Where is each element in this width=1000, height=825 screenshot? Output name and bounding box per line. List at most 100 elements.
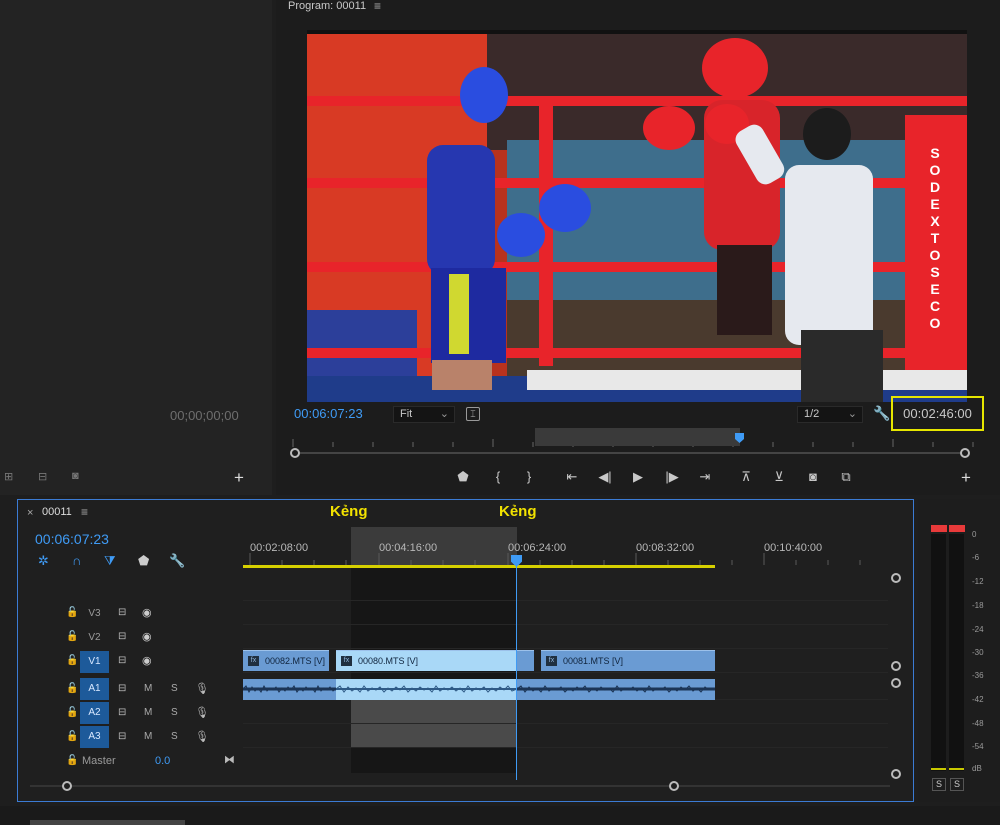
mark-in-icon[interactable]: { [487, 469, 509, 484]
meter-peak-indicator[interactable] [949, 525, 965, 532]
microphone-icon[interactable]: 🎙 [195, 706, 209, 719]
source-button-editor-icon[interactable]: + [234, 468, 244, 488]
track-name-v1[interactable]: V1 [80, 651, 109, 673]
mute-button[interactable]: M [144, 683, 152, 694]
solo-button[interactable]: S [171, 707, 178, 718]
extract-icon[interactable]: ⊻ [768, 469, 790, 485]
solo-button[interactable]: S [171, 683, 178, 694]
sync-lock-icon[interactable]: ⊟ [118, 631, 126, 642]
eye-icon[interactable]: ◉ [142, 606, 152, 619]
camera-icon[interactable]: ◙ [72, 470, 88, 482]
meter-solo-left-button[interactable]: S [932, 778, 946, 791]
lock-icon[interactable]: 🔓 [66, 607, 78, 618]
zoom-fit-select[interactable]: Fit ⌄ [393, 406, 455, 423]
microphone-icon[interactable]: 🎙 [195, 730, 209, 743]
meter-solo-right-button[interactable]: S [950, 778, 964, 791]
step-forward-icon[interactable]: |▶ [661, 469, 683, 485]
source-timecode[interactable]: 00;00;00;00 [170, 408, 239, 423]
sequence-tab[interactable]: 00011 [42, 506, 72, 518]
snap-icon[interactable]: ∩ [72, 553, 81, 568]
horizontal-scroll-right-handle[interactable] [669, 781, 679, 791]
audio-clip-selected[interactable] [336, 679, 517, 700]
track-area-v2[interactable] [243, 626, 888, 649]
microphone-icon[interactable]: 🎙 [195, 682, 209, 695]
program-title[interactable]: Program: 00011 [288, 0, 366, 12]
meter-peak-indicator[interactable] [931, 525, 947, 532]
timeline-settings-wrench-icon[interactable]: 🔧 [169, 553, 185, 569]
sync-lock-icon[interactable]: ⊟ [118, 707, 126, 718]
playback-resolution-select[interactable]: 1/2 ⌄ [797, 406, 863, 423]
lock-icon[interactable]: 🔓 [66, 683, 78, 694]
step-back-icon[interactable]: ◀| [594, 469, 616, 485]
horizontal-scrollbar[interactable] [30, 785, 890, 787]
track-area-a3[interactable] [243, 725, 888, 748]
add-marker-icon[interactable]: ⬟ [452, 469, 474, 485]
add-marker-icon[interactable]: ⬟ [138, 553, 149, 569]
marker-label[interactable]: Kẻng [499, 503, 537, 520]
audio-clip[interactable] [517, 679, 715, 700]
lock-icon[interactable]: 🔓 [66, 755, 78, 766]
eye-icon[interactable]: ◉ [142, 630, 152, 643]
panel-menu-icon[interactable]: ≡ [374, 0, 381, 13]
video-clip[interactable]: fx 00081.MTS [V] [541, 650, 715, 671]
sync-lock-icon[interactable]: ⊟ [118, 607, 126, 618]
zoom-scrollbar-left-handle[interactable] [290, 448, 300, 458]
mark-out-icon[interactable]: } [518, 469, 540, 484]
export-frame-icon[interactable]: ◙ [802, 469, 824, 484]
video-clip-selected[interactable]: fx 00080.MTS [V] [336, 650, 517, 671]
program-duration-timecode[interactable]: 00:02:46:00 [891, 396, 984, 431]
timeline-playhead-line[interactable] [516, 555, 517, 780]
go-to-out-icon[interactable]: ⇥ [694, 469, 716, 485]
panel-menu-icon[interactable]: ≡ [81, 505, 88, 519]
lock-icon[interactable]: 🔓 [66, 731, 78, 742]
audio-clip[interactable] [243, 679, 336, 700]
track-area-v3[interactable] [243, 602, 888, 625]
video-clip-segment[interactable] [517, 650, 534, 671]
lock-icon[interactable]: 🔓 [66, 631, 78, 642]
wrench-icon[interactable]: 🔧 [873, 405, 890, 422]
zoom-scrollbar[interactable] [294, 452, 966, 454]
lock-icon[interactable]: 🔓 [66, 707, 78, 718]
export-frame-icon[interactable]: ⊞ [4, 470, 20, 483]
marker-label[interactable]: Kẻng [330, 503, 368, 520]
master-volume-value[interactable]: 0.0 [155, 755, 170, 767]
track-name-a2[interactable]: A2 [80, 702, 109, 724]
bottom-tab[interactable] [30, 820, 185, 825]
program-button-editor-icon[interactable]: + [961, 468, 971, 488]
lock-icon[interactable]: 🔓 [66, 655, 78, 666]
linked-selection-icon[interactable]: ⧩ [104, 553, 116, 569]
zoom-scrollbar-right-handle[interactable] [960, 448, 970, 458]
scroll-handle[interactable] [891, 769, 901, 779]
track-name-a1[interactable]: A1 [80, 678, 109, 700]
sync-lock-icon[interactable]: ⊟ [118, 683, 126, 694]
mute-button[interactable]: M [144, 707, 152, 718]
vertical-scrollbar[interactable] [891, 573, 901, 779]
video-clip[interactable]: fx 00082.MTS [V] [243, 650, 329, 671]
play-icon[interactable]: ▶ [627, 469, 649, 485]
timeline-playhead-timecode[interactable]: 00:06:07:23 [35, 531, 109, 547]
solo-button[interactable]: S [171, 731, 178, 742]
eye-icon[interactable]: ◉ [142, 654, 152, 667]
scroll-handle[interactable] [891, 678, 901, 688]
comparison-view-icon[interactable]: ⧉ [835, 469, 857, 485]
horizontal-scroll-left-handle[interactable] [62, 781, 72, 791]
scroll-handle[interactable] [891, 573, 901, 583]
lift-icon[interactable]: ⊼ [735, 469, 757, 485]
in-out-range[interactable] [535, 428, 740, 446]
track-name-v3[interactable]: V3 [80, 603, 109, 625]
go-to-in-icon[interactable]: ⇤ [561, 469, 583, 485]
overwrite-icon[interactable]: ⊟ [38, 470, 54, 483]
program-playhead-timecode[interactable]: 00:06:07:23 [294, 406, 363, 421]
mute-button[interactable]: M [144, 731, 152, 742]
work-area-bar[interactable] [243, 565, 715, 568]
sync-lock-icon[interactable]: ⊟ [118, 655, 126, 666]
sync-lock-icon[interactable]: ⊟ [118, 731, 126, 742]
close-icon[interactable]: × [27, 507, 33, 519]
settings-bracket-icon[interactable]: ⌶ [466, 407, 480, 421]
scroll-handle[interactable] [891, 661, 901, 671]
nest-icon[interactable]: ✲ [38, 553, 49, 569]
track-name-a3[interactable]: A3 [80, 726, 109, 748]
go-to-end-icon[interactable]: ⧓ [224, 753, 235, 766]
track-name-v2[interactable]: V2 [80, 627, 109, 649]
track-area-a2[interactable] [243, 701, 888, 724]
